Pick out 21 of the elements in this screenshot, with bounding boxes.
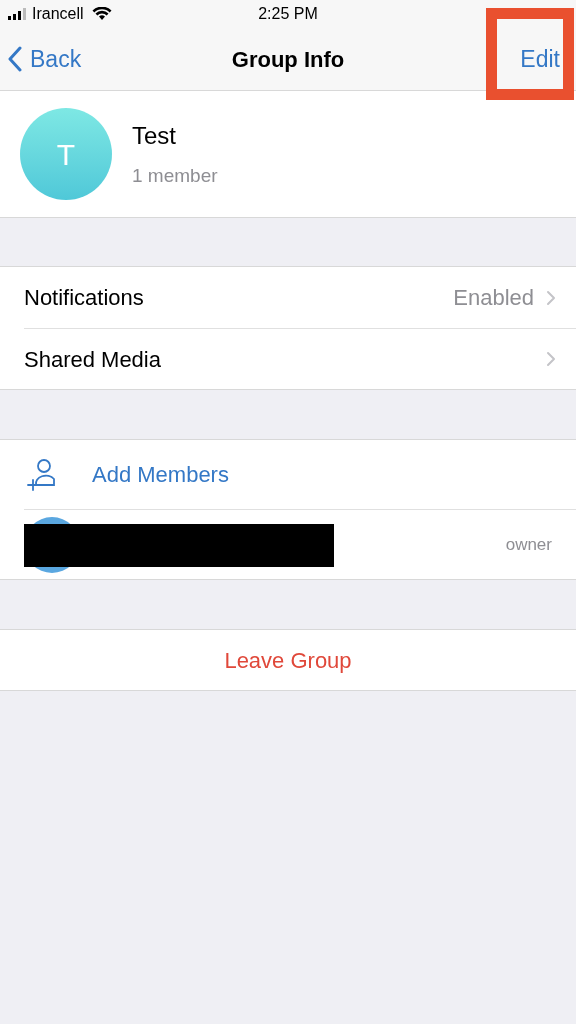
carrier-name: Irancell bbox=[32, 4, 84, 24]
leave-group-button[interactable]: Leave Group bbox=[0, 629, 576, 691]
back-chevron-icon bbox=[8, 46, 22, 72]
group-name: Test bbox=[132, 120, 177, 151]
settings-value: Enabled bbox=[453, 284, 534, 312]
signal-icon bbox=[8, 8, 28, 20]
screen-title: Group Info bbox=[231, 45, 345, 74]
member-role: owner bbox=[505, 533, 552, 556]
settings-label: Notifications bbox=[24, 284, 144, 312]
settings-label: Shared Media bbox=[24, 345, 161, 374]
settings-row[interactable]: Notifications Enabled bbox=[24, 267, 576, 328]
add-members-row[interactable]: Add Members bbox=[0, 440, 576, 509]
edit-button[interactable]: Edit bbox=[520, 41, 560, 77]
member-count: 1 member bbox=[132, 163, 218, 188]
chevron-icon bbox=[546, 289, 556, 306]
back-button[interactable]: Back bbox=[8, 41, 82, 77]
group-avatar: T bbox=[20, 108, 112, 200]
settings-row[interactable]: Shared Media bbox=[24, 328, 576, 389]
wifi-icon bbox=[91, 7, 112, 21]
chevron-icon bbox=[546, 351, 556, 367]
status-time: 2:25 PM bbox=[258, 4, 318, 24]
